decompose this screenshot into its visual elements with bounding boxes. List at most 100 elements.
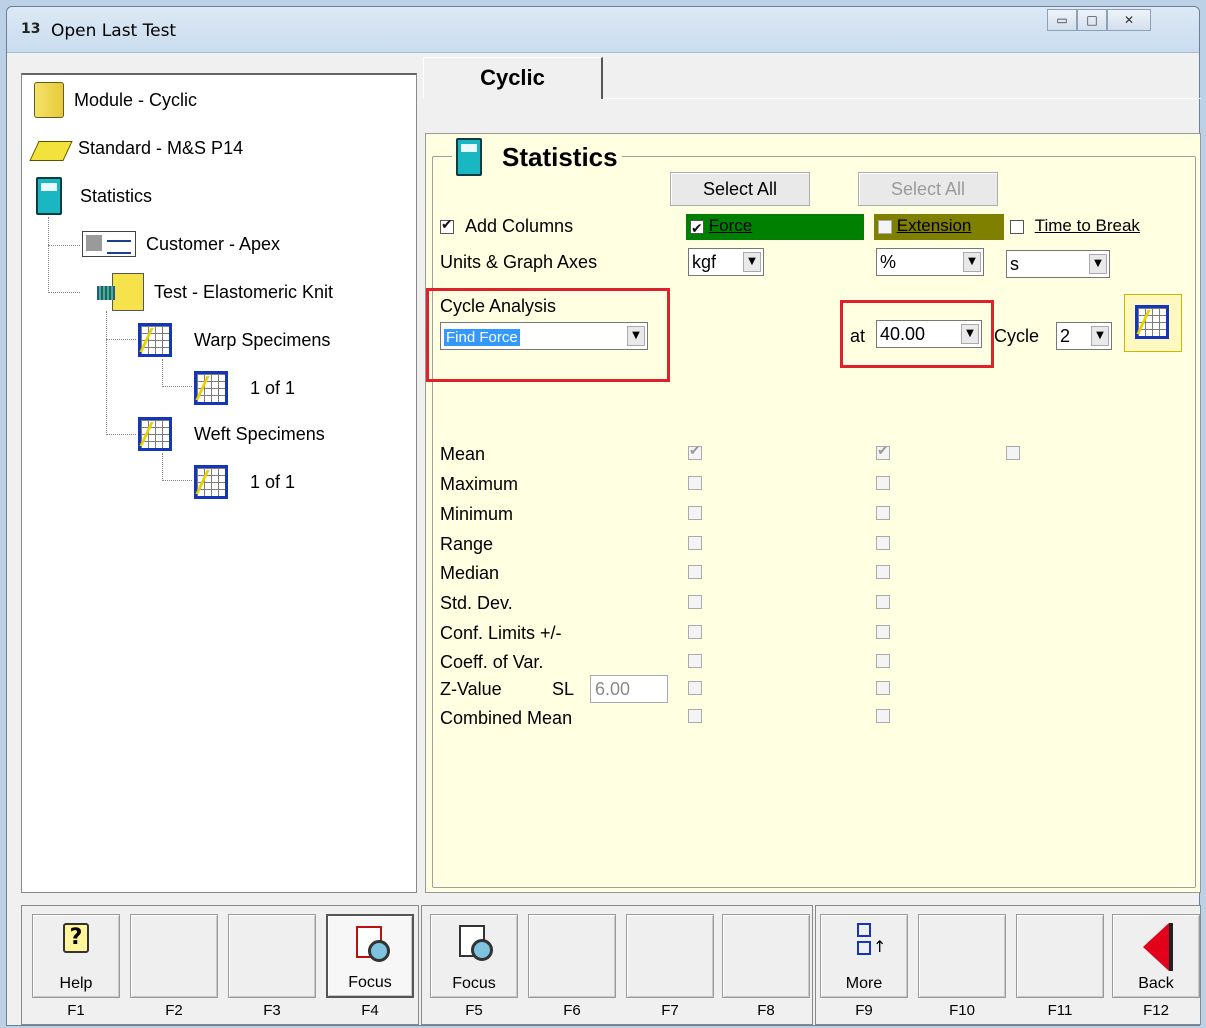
tree-item-label: 1 of 1 [250,377,296,398]
tree-item-statistics[interactable]: Statistics [36,177,152,215]
calculator-icon [456,138,482,176]
force-coeff-var-checkbox[interactable] [688,654,702,669]
more-button[interactable]: ↑ More [820,914,908,998]
force-units-select[interactable]: kgf ▼ [688,248,764,276]
stat-label-median: Median [440,563,500,583]
extension-checkbox[interactable] [878,219,892,234]
fkey-label-f12: F12 [1143,1002,1169,1019]
extension-median-checkbox[interactable] [876,565,890,580]
force-mean-checkbox[interactable] [688,443,702,461]
f7-button[interactable] [626,914,714,998]
f6-button[interactable] [528,914,616,998]
force-minimum-checkbox[interactable] [688,506,702,521]
tree-item-warp-1-of-1[interactable]: 1 of 1 [194,371,295,405]
f8-button[interactable] [722,914,810,998]
force-range-checkbox[interactable] [688,536,702,551]
cycle-select[interactable]: 2 ▼ [1056,322,1112,350]
column-force[interactable]: Force [686,214,864,241]
extension-conf-limits-checkbox[interactable] [876,625,890,640]
focus-panel-button[interactable]: Focus [430,914,518,998]
back-button[interactable]: Back [1112,914,1200,998]
tree-item-customer[interactable]: Customer - Apex [82,227,280,261]
extension-minimum-checkbox[interactable] [876,506,890,521]
chevron-down-icon[interactable]: ▼ [1089,254,1107,274]
graph-button[interactable] [1124,294,1182,352]
extension-combined-mean-checkbox[interactable] [876,709,890,724]
time-units-select[interactable]: s ▼ [1006,250,1110,278]
cycle-analysis-value: Find Force [444,329,520,346]
tree-item-standard[interactable]: Standard - M&S P14 [29,131,243,165]
focus-tree-button[interactable]: Focus [326,914,414,998]
stat-label-range: Range [440,534,494,554]
time-to-break-column-link[interactable]: Time to Break [1035,216,1140,235]
at-label: at [850,326,866,346]
chevron-down-icon[interactable]: ▼ [627,326,645,346]
force-conf-limits-checkbox[interactable] [688,625,702,640]
fkey-label-f11: F11 [1047,1002,1073,1019]
time-to-break-checkbox[interactable] [1010,219,1024,234]
extension-coeff-var-checkbox[interactable] [876,654,890,669]
stat-label-z-value: Z-Value [440,679,502,699]
f10-button[interactable] [918,914,1006,998]
force-maximum-checkbox[interactable] [688,476,702,491]
units-label: Units & Graph Axes [440,252,598,272]
at-value-select[interactable]: 40.00 ▼ [876,320,982,348]
tree-item-label: Warp Specimens [194,329,331,350]
tree-item-test[interactable]: Test - Elastomeric Knit [97,273,334,311]
tree-item-warp-specimens[interactable]: Warp Specimens [138,323,330,357]
tree-item-label: 1 of 1 [250,471,296,492]
force-checkbox[interactable] [690,217,704,241]
force-combined-mean-checkbox[interactable] [688,709,702,724]
fkey-label-f7: F7 [661,1002,679,1019]
f11-button[interactable] [1016,914,1104,998]
force-units-value: kgf [692,252,717,272]
cycle-value: 2 [1060,326,1071,346]
force-z-value-checkbox[interactable] [688,681,702,696]
force-std-dev-checkbox[interactable] [688,595,702,610]
tree-item-label: Weft Specimens [194,423,325,444]
tree-item-module[interactable]: Module - Cyclic [34,82,197,118]
focus-icon [356,926,390,962]
tree-item-label: Customer - Apex [146,233,281,254]
chevron-down-icon[interactable]: ▼ [961,324,979,344]
tab-cyclic[interactable]: Cyclic [423,57,603,99]
f3-button[interactable] [228,914,316,998]
fkey-label-f2: F2 [165,1002,183,1019]
f2-button[interactable] [130,914,218,998]
help-icon: ? [63,923,89,953]
force-stat-checkboxes [688,442,702,735]
extension-z-value-checkbox[interactable] [876,681,890,696]
stat-label-coeff-var: Coeff. of Var. [440,652,544,672]
force-column-link[interactable]: Force [709,216,752,235]
minimize-button[interactable]: ▭ [1047,9,1077,31]
column-time-to-break[interactable]: Time to Break [1006,214,1156,240]
maximize-button[interactable]: □ [1077,9,1107,31]
time-units-value: s [1010,254,1019,274]
chevron-down-icon[interactable]: ▼ [963,252,981,272]
column-extension[interactable]: Extension [874,214,1004,240]
extension-maximum-checkbox[interactable] [876,476,890,491]
help-button[interactable]: ? Help [32,914,120,998]
close-button[interactable]: ✕ [1107,9,1151,31]
extension-mean-checkbox[interactable] [876,443,890,461]
chevron-down-icon[interactable]: ▼ [1091,326,1109,346]
extension-std-dev-checkbox[interactable] [876,595,890,610]
time-mean-checkbox[interactable] [1006,446,1020,461]
add-columns-checkbox[interactable] [440,217,454,235]
cycle-analysis-label: Cycle Analysis [440,296,557,316]
select-all-force-button[interactable]: Select All [670,172,810,206]
extension-units-select[interactable]: % ▼ [876,248,984,276]
add-columns-row[interactable]: Add Columns [440,216,573,237]
force-median-checkbox[interactable] [688,565,702,580]
select-all-extension-button[interactable]: Select All [858,172,998,206]
tree-item-label: Test - Elastomeric Knit [154,281,334,302]
extension-column-link[interactable]: Extension [897,216,972,235]
help-caption: Help [59,975,93,992]
at-value: 40.00 [880,324,926,344]
chevron-down-icon[interactable]: ▼ [743,252,761,272]
tree-item-weft-specimens[interactable]: Weft Specimens [138,417,325,451]
cycle-analysis-select[interactable]: Find Force ▼ [440,322,648,350]
tree-item-weft-1-of-1[interactable]: 1 of 1 [194,465,295,499]
extension-range-checkbox[interactable] [876,536,890,551]
sl-input[interactable]: 6.00 [590,675,668,703]
